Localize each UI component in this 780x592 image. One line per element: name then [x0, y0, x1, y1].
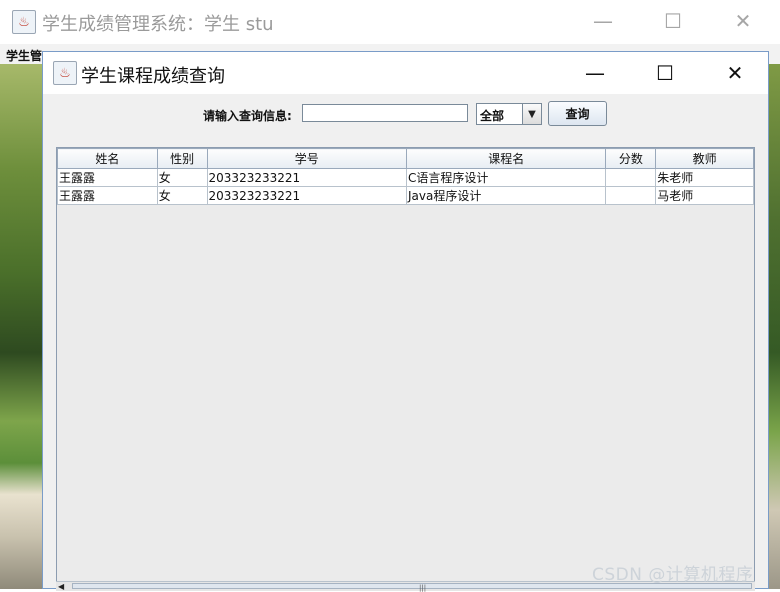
close-icon: ✕: [734, 9, 752, 33]
maximize-icon: ☐: [664, 9, 682, 33]
inner-window-title: 学生课程成绩查询: [81, 66, 225, 87]
java-app-icon: ♨: [12, 10, 36, 34]
scroll-left-icon[interactable]: ◀: [58, 582, 64, 591]
query-input[interactable]: [302, 104, 468, 122]
table-row[interactable]: 王露露 女 203323233221 C语言程序设计 朱老师: [57, 168, 754, 187]
grip-icon: |||: [419, 584, 427, 592]
outer-minimize-button[interactable]: —: [578, 4, 628, 38]
inner-close-button[interactable]: ✕: [710, 56, 760, 90]
chevron-down-icon[interactable]: ▼: [522, 104, 541, 124]
outer-close-button[interactable]: ✕: [718, 4, 768, 38]
cell-teacher[interactable]: 马老师: [655, 186, 754, 205]
background-image-left: [0, 64, 42, 589]
column-header-score[interactable]: 分数: [605, 148, 657, 169]
watermark: CSDN @计算机程序: [592, 565, 754, 585]
table-row[interactable]: 王露露 女 203323233221 Java程序设计 马老师: [57, 186, 754, 205]
outer-maximize-button[interactable]: ☐: [648, 4, 698, 38]
filter-dropdown[interactable]: 全部 ▼: [476, 103, 542, 125]
grades-table: 姓名 性别 学号 课程名 分数 教师 王露露 女 203323233221 C语…: [57, 148, 754, 205]
minimize-icon: —: [585, 61, 605, 85]
column-header-gender[interactable]: 性别: [156, 148, 208, 169]
column-header-teacher[interactable]: 教师: [655, 148, 754, 169]
cell-course[interactable]: Java程序设计: [406, 186, 607, 205]
close-icon: ✕: [726, 61, 744, 85]
cell-score[interactable]: [605, 168, 657, 187]
cell-gender[interactable]: 女: [156, 168, 208, 187]
cell-teacher[interactable]: 朱老师: [655, 168, 754, 187]
grade-query-window: ♨ 学生课程成绩查询 — ☐ ✕ 请输入查询信息: 全部 ▼ 查询 姓名 性别 …: [42, 51, 769, 592]
column-header-course[interactable]: 课程名: [406, 148, 607, 169]
java-app-icon: ♨: [53, 61, 77, 85]
maximize-icon: ☐: [656, 61, 674, 85]
query-button[interactable]: 查询: [548, 101, 607, 126]
cell-course[interactable]: C语言程序设计: [406, 168, 607, 187]
cell-gender[interactable]: 女: [156, 186, 208, 205]
outer-titlebar: ♨ 学生成绩管理系统：学生 stu — ☐ ✕: [0, 0, 780, 42]
column-header-name[interactable]: 姓名: [57, 148, 158, 169]
background-image-right: [768, 64, 780, 589]
cell-score[interactable]: [605, 186, 657, 205]
filter-dropdown-value: 全部: [480, 109, 505, 123]
column-header-student-id[interactable]: 学号: [206, 148, 408, 169]
query-label: 请输入查询信息:: [203, 109, 292, 123]
cell-student-id[interactable]: 203323233221: [206, 168, 408, 187]
cell-name[interactable]: 王露露: [57, 168, 158, 187]
inner-maximize-button[interactable]: ☐: [640, 56, 690, 90]
cell-name[interactable]: 王露露: [57, 186, 158, 205]
inner-minimize-button[interactable]: —: [570, 56, 620, 90]
inner-titlebar: ♨ 学生课程成绩查询 — ☐ ✕: [43, 52, 768, 94]
menubar-item[interactable]: 学生管: [6, 47, 42, 64]
grades-table-container: 姓名 性别 学号 课程名 分数 教师 王露露 女 203323233221 C语…: [56, 147, 755, 590]
table-header-row: 姓名 性别 学号 课程名 分数 教师: [57, 148, 754, 169]
outer-window-title: 学生成绩管理系统：学生 stu: [42, 14, 274, 35]
cell-student-id[interactable]: 203323233221: [206, 186, 408, 205]
minimize-icon: —: [593, 9, 613, 33]
